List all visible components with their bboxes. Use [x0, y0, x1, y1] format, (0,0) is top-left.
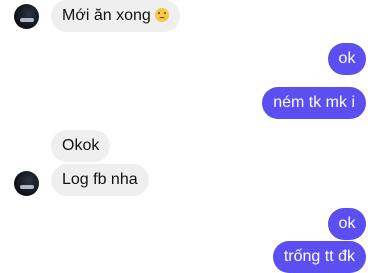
incoming-message[interactable]: Mới ăn xong [51, 0, 180, 32]
avatar-image [20, 185, 34, 189]
outgoing-message[interactable]: ok [328, 43, 366, 75]
message-text: ok [338, 50, 356, 67]
chat-thread: Mới ăn xong ok ném tk mk i Okok Log fb n… [0, 0, 374, 273]
message-text: Log fb nha [62, 171, 138, 188]
message-text: ném tk mk i [273, 94, 355, 111]
smiling-with-tear-emoji-icon [154, 8, 169, 22]
contact-avatar[interactable] [14, 4, 39, 29]
message-text: ok [338, 215, 356, 232]
outgoing-message[interactable]: ném tk mk i [262, 87, 366, 119]
contact-avatar[interactable] [14, 171, 39, 196]
message-text: Okok [62, 137, 100, 154]
incoming-message[interactable]: Okok [51, 130, 111, 162]
message-text: Mới ăn xong [62, 7, 151, 24]
avatar-image [20, 18, 34, 22]
outgoing-message[interactable]: trống tt đk [272, 241, 366, 273]
incoming-message[interactable]: Log fb nha [51, 164, 149, 196]
outgoing-message[interactable]: ok [328, 208, 366, 240]
